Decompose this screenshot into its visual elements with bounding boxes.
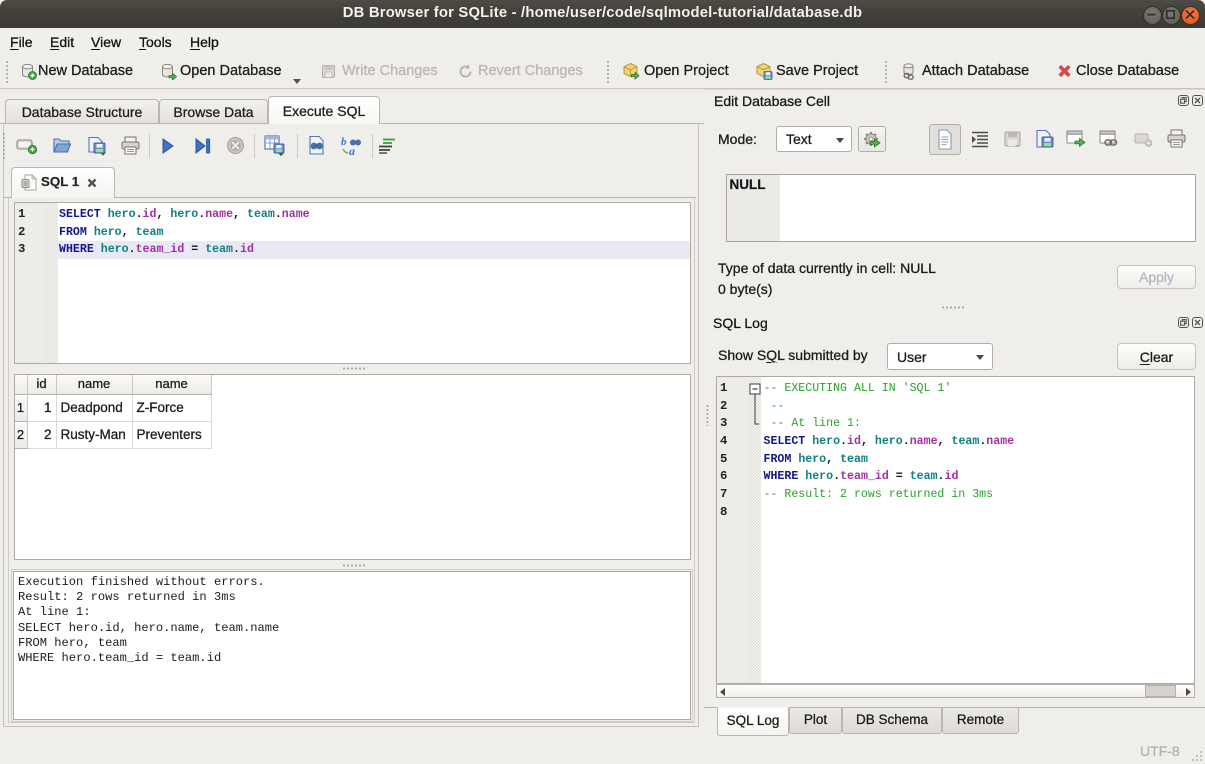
svg-text:a: a: [349, 144, 355, 157]
svg-text:b: b: [341, 136, 347, 148]
